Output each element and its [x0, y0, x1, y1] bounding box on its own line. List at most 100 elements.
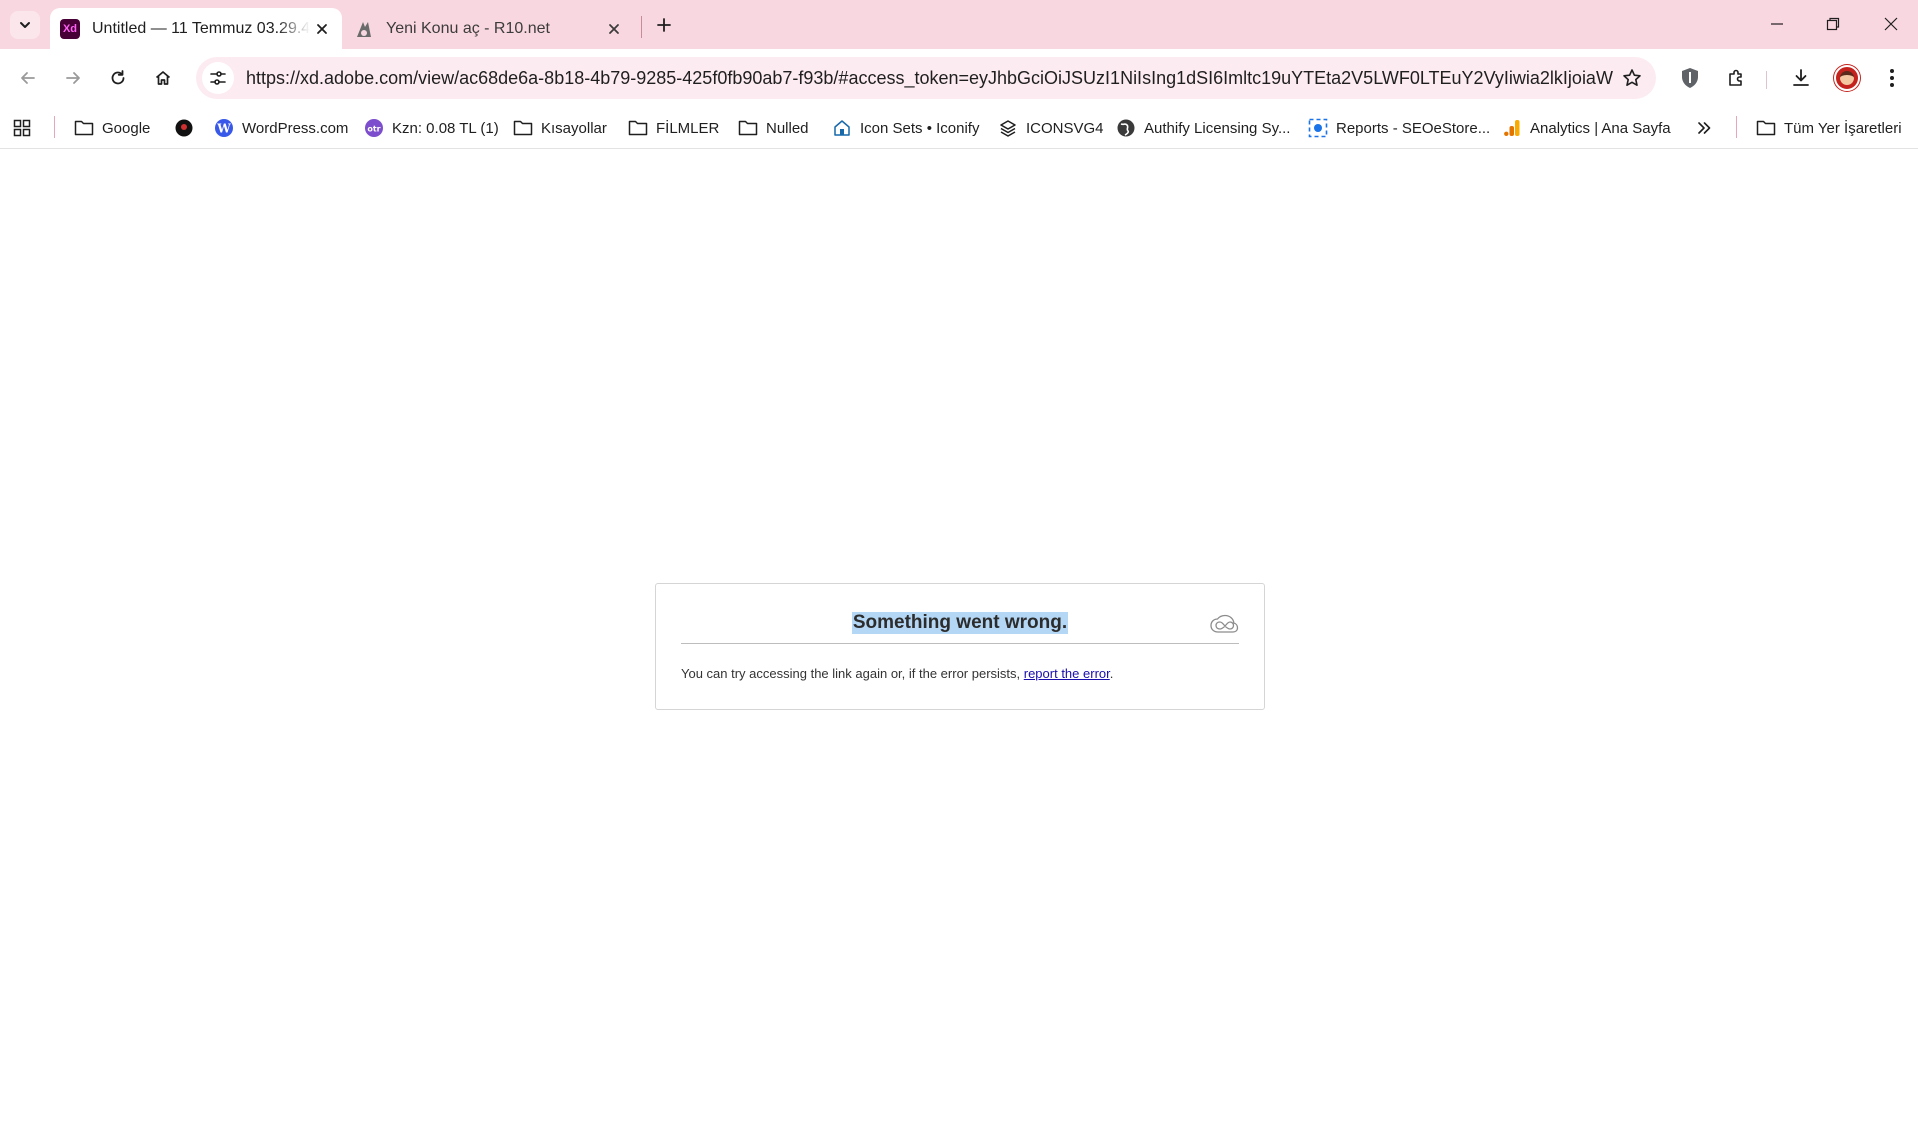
error-message-suffix: . — [1109, 666, 1114, 681]
arrow-left-icon — [21, 72, 35, 84]
arrow-right-icon — [66, 72, 80, 84]
bookmark-authify[interactable]: Authify Licensing Sy... — [1116, 113, 1290, 143]
tab-separator — [641, 16, 642, 38]
forward-button[interactable] — [55, 60, 91, 96]
bookmark-kzn[interactable]: otr Kzn: 0.08 TL (1) — [364, 113, 499, 143]
more-bookmarks-button[interactable] — [1694, 113, 1722, 143]
close-icon — [1884, 17, 1898, 31]
folder-icon — [74, 118, 94, 138]
restore-icon — [1826, 17, 1840, 31]
bookmark-all-bookmarks[interactable]: Tüm Yer İşaretleri — [1756, 113, 1902, 143]
tab-strip: Xd Untitled — 11 Temmuz 03.29.43 Yeni Ko… — [0, 0, 1918, 49]
minimize-button[interactable] — [1760, 8, 1794, 40]
folder-icon — [628, 118, 648, 138]
dark-circle-icon — [174, 118, 194, 138]
bookmark-google[interactable]: Google — [74, 113, 150, 143]
close-icon — [317, 23, 327, 34]
star-icon — [1623, 69, 1641, 86]
creative-cloud-icon — [1210, 614, 1239, 633]
folder-icon — [513, 118, 533, 138]
bookmark-label: WordPress.com — [242, 119, 349, 137]
error-title: Something went wrong. — [851, 612, 1069, 634]
tab-r10[interactable]: Yeni Konu aç - R10.net — [344, 8, 634, 49]
bookmark-label: FİLMLER — [656, 119, 720, 137]
tab-untitled-xd[interactable]: Xd Untitled — 11 Temmuz 03.29.43 — [50, 8, 342, 49]
apps-grid-icon — [12, 118, 32, 138]
bookmark-label: Reports - SEOeStore... — [1336, 119, 1491, 137]
bookmark-iconify[interactable]: Icon Sets • Iconify — [832, 113, 979, 143]
plus-icon — [657, 18, 671, 32]
download-icon — [1793, 69, 1809, 86]
more-vertical-icon — [1890, 69, 1894, 87]
restore-button[interactable] — [1816, 8, 1850, 40]
bookmark-divider — [1736, 116, 1737, 138]
profile-button[interactable] — [1829, 60, 1865, 96]
reload-button[interactable] — [100, 60, 136, 96]
bookmark-label: Kısayollar — [541, 119, 607, 137]
downloads-button[interactable] — [1783, 60, 1819, 96]
browser-toolbar: https://xd.adobe.com/view/ac68de6a-8b18-… — [0, 49, 1918, 107]
error-header: Something went wrong. — [681, 604, 1239, 644]
shield-icon — [1682, 68, 1698, 88]
minimize-icon — [1771, 23, 1783, 25]
chevron-down-icon — [20, 22, 30, 28]
folder-icon — [1756, 118, 1776, 138]
close-icon — [609, 23, 619, 34]
extensions-button[interactable] — [1718, 60, 1754, 96]
bookmark-label: Analytics | Ana Sayfa — [1530, 119, 1671, 137]
bookmark-dark-site[interactable] — [174, 113, 202, 143]
bookmark-label: Kzn: 0.08 TL (1) — [392, 119, 499, 137]
tab-search-button[interactable] — [10, 11, 40, 39]
extension-shield-button[interactable] — [1672, 60, 1708, 96]
close-tab-button[interactable] — [310, 17, 334, 41]
new-tab-button[interactable] — [650, 11, 678, 39]
bookmark-seoestore[interactable]: Reports - SEOeStore... — [1308, 113, 1490, 143]
close-tab-button[interactable] — [602, 17, 626, 41]
iconify-icon — [832, 118, 852, 138]
bookmark-iconsvg4[interactable]: ICONSVG4 — [998, 113, 1104, 143]
bookmark-kisayollar[interactable]: Kısayollar — [513, 113, 607, 143]
home-icon — [155, 71, 171, 85]
site-info-button[interactable] — [202, 62, 234, 94]
analytics-icon — [1502, 118, 1522, 138]
folder-icon — [738, 118, 758, 138]
url-text[interactable]: https://xd.adobe.com/view/ac68de6a-8b18-… — [246, 68, 1614, 89]
otr-icon: otr — [364, 118, 384, 138]
svg-text:otr: otr — [367, 125, 380, 134]
bookmark-label: Icon Sets • Iconify — [860, 119, 980, 137]
puzzle-icon — [1729, 69, 1742, 86]
svg-text:W: W — [216, 122, 231, 136]
error-message-text: You can try accessing the link again or,… — [681, 666, 1024, 681]
globe-icon — [1116, 118, 1136, 138]
home-button[interactable] — [145, 60, 181, 96]
toolbar-separator — [1766, 71, 1767, 89]
avatar — [1834, 65, 1860, 91]
bookmark-wordpress[interactable]: W WordPress.com — [214, 113, 348, 143]
page-content: Something went wrong. You can try access… — [0, 150, 1918, 1140]
bookmark-label: Nulled — [766, 119, 809, 137]
reload-icon — [111, 70, 125, 85]
error-message: You can try accessing the link again or,… — [681, 666, 1113, 681]
bookmark-label: Tüm Yer İşaretleri — [1784, 119, 1902, 137]
apps-button[interactable] — [12, 113, 40, 143]
bookmark-star-button[interactable] — [1614, 60, 1650, 96]
tab-title: Untitled — 11 Temmuz 03.29.43 — [92, 19, 310, 37]
r10-icon — [354, 19, 374, 39]
close-window-button[interactable] — [1874, 8, 1908, 40]
back-button[interactable] — [10, 60, 46, 96]
bookmark-label: Google — [102, 119, 151, 137]
wordpress-icon: W — [214, 118, 234, 138]
address-bar[interactable]: https://xd.adobe.com/view/ac68de6a-8b18-… — [196, 57, 1656, 99]
layers-icon — [998, 118, 1018, 138]
error-card: Something went wrong. You can try access… — [655, 583, 1265, 710]
bookmark-label: ICONSVG4 — [1026, 119, 1104, 137]
bookmark-nulled[interactable]: Nulled — [738, 113, 809, 143]
double-chevron-right-icon — [1694, 118, 1714, 138]
bookmark-label: Authify Licensing Sy... — [1144, 119, 1291, 137]
tune-icon — [210, 71, 226, 85]
bookmark-analytics[interactable]: Analytics | Ana Sayfa — [1502, 113, 1671, 143]
xd-icon: Xd — [60, 18, 80, 39]
menu-button[interactable] — [1874, 60, 1910, 96]
report-error-link[interactable]: report the error — [1024, 666, 1110, 681]
bookmark-filmler[interactable]: FİLMLER — [628, 113, 719, 143]
